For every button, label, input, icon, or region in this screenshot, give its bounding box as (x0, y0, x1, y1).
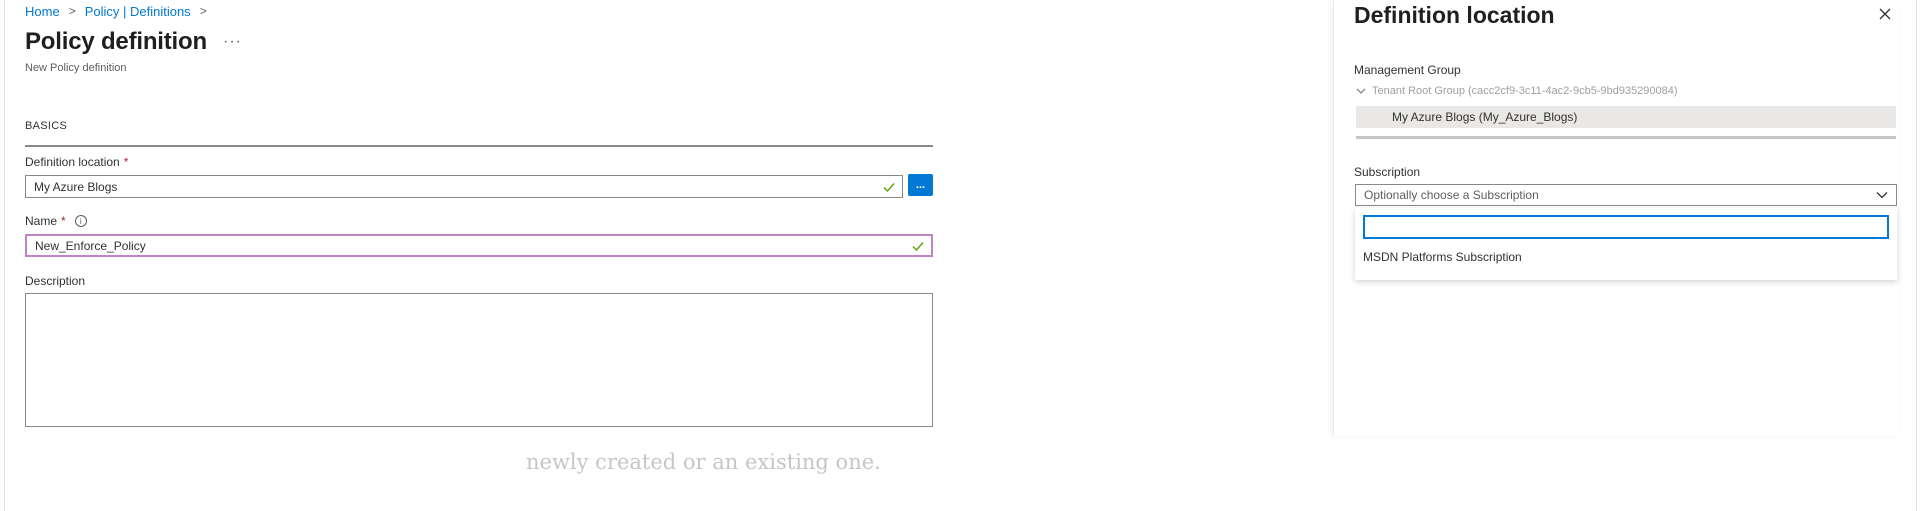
frame-left-edge (4, 0, 5, 511)
blade-title: Definition location (1354, 2, 1555, 28)
close-icon[interactable] (1877, 6, 1893, 22)
subscription-dropdown: MSDN Platforms Subscription (1355, 208, 1897, 280)
tree-root-item[interactable]: Tenant Root Group (cacc2cf9-3c11-4ac2-9c… (1356, 85, 1678, 97)
breadcrumb-separator-icon: > (68, 4, 76, 18)
info-icon[interactable]: i (74, 215, 87, 227)
management-group-label: Management Group (1354, 63, 1461, 77)
frame-right-edge (1916, 0, 1917, 511)
description-label: Description (25, 274, 85, 288)
check-icon (912, 241, 924, 251)
breadcrumb-separator-icon: > (199, 4, 207, 18)
more-options-icon[interactable]: ··· (223, 33, 242, 51)
name-field[interactable]: New_Enforce_Policy (25, 234, 933, 257)
name-label: Name * i (25, 214, 87, 228)
definition-location-blade: Definition location Management Group Ten… (1333, 0, 1898, 436)
definition-location-label-text: Definition location (25, 155, 120, 169)
required-marker: * (123, 155, 129, 169)
tree-divider (1356, 136, 1896, 139)
chevron-down-icon[interactable] (1356, 87, 1366, 95)
subscription-placeholder: Optionally choose a Subscription (1364, 188, 1539, 202)
section-basics-label: BASICS (25, 120, 68, 132)
definition-location-label: Definition location * (25, 155, 128, 169)
chevron-down-icon (1876, 192, 1888, 199)
required-marker: * (61, 214, 66, 228)
breadcrumb-policy-definitions[interactable]: Policy | Definitions (85, 4, 191, 19)
definition-location-field[interactable]: My Azure Blogs (25, 175, 903, 198)
definition-location-value: My Azure Blogs (34, 179, 118, 194)
subscription-option[interactable]: MSDN Platforms Subscription (1363, 250, 1522, 264)
breadcrumb-home[interactable]: Home (25, 4, 60, 19)
name-label-text: Name (25, 214, 58, 228)
subscription-search-input[interactable] (1363, 215, 1889, 239)
description-label-text: Description (25, 274, 86, 288)
background-article-text: newly created or an existing one. (526, 450, 881, 474)
tree-root-label: Tenant Root Group (cacc2cf9-3c11-4ac2-9c… (1372, 85, 1678, 97)
tree-item-selected[interactable]: My Azure Blogs (My_Azure_Blogs) (1356, 106, 1896, 128)
page-subtitle: New Policy definition (25, 62, 127, 74)
subscription-select[interactable]: Optionally choose a Subscription (1355, 184, 1897, 206)
check-icon (883, 182, 895, 192)
section-divider (25, 145, 933, 147)
description-textarea[interactable] (25, 293, 933, 427)
browse-location-button[interactable]: ... (908, 174, 933, 196)
page-title: Policy definition (25, 28, 207, 55)
subscription-label: Subscription (1354, 165, 1421, 179)
breadcrumb: Home > Policy | Definitions > (25, 2, 216, 20)
name-value: New_Enforce_Policy (35, 238, 146, 253)
